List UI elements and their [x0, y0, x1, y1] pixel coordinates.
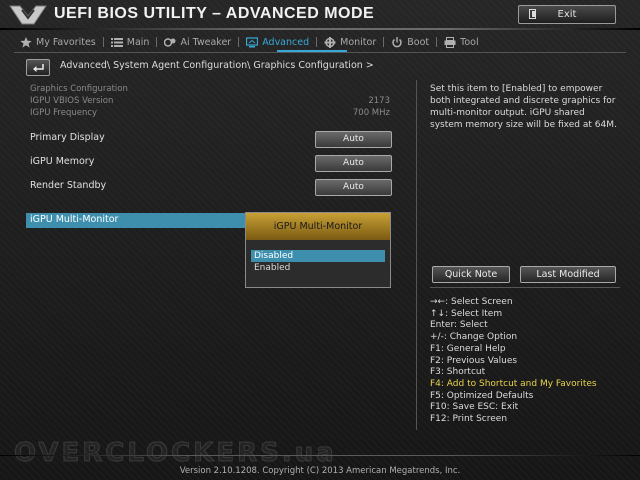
option-popup: iGPU Multi-Monitor Disabled Enabled	[245, 212, 391, 288]
tab-separator	[102, 37, 104, 47]
popup-option-enabled[interactable]: Enabled	[251, 262, 385, 274]
last-modified-button[interactable]: Last Modified	[520, 266, 616, 283]
tab-ai-tweaker[interactable]: Ai Tweaker	[158, 33, 237, 51]
power-icon	[392, 36, 402, 47]
key-hint: F1: General Help	[430, 343, 506, 354]
tab-tool[interactable]: Tool	[438, 33, 484, 51]
tab-my-favorites[interactable]: My Favorites	[14, 33, 102, 51]
key-hint: F2: Previous Values	[430, 355, 518, 366]
watermark: OVERCLOCKERS.ua	[14, 438, 337, 469]
setting-label-render-standby: Render Standby	[30, 180, 107, 191]
tab-monitor[interactable]: Monitor	[318, 33, 382, 51]
tweaker-icon	[164, 37, 176, 47]
title-bar: UEFI BIOS UTILITY – ADVANCED MODE Exit	[0, 0, 640, 30]
tab-separator	[156, 37, 158, 47]
tab-divider	[14, 52, 626, 53]
monitor-icon	[324, 36, 336, 48]
key-hint: F5: Optimized Defaults	[430, 390, 534, 401]
tab-label: Boot	[407, 36, 430, 48]
tab-separator	[383, 37, 385, 47]
tab-separator	[238, 37, 240, 47]
printer-icon	[444, 36, 456, 48]
tab-separator	[436, 37, 438, 47]
help-text: Set this item to [Enabled] to empower bo…	[430, 84, 617, 130]
tuf-logo-icon	[9, 5, 47, 25]
igpu-memory-select[interactable]: Auto	[315, 155, 392, 172]
freq-label: IGPU Frequency	[30, 108, 98, 118]
key-hint: F12: Print Screen	[430, 414, 508, 425]
tab-label: Ai Tweaker	[180, 36, 232, 48]
selected-item-label: iGPU Multi-Monitor	[30, 214, 119, 225]
exit-button[interactable]: Exit	[518, 5, 616, 24]
section-title: Graphics Configuration	[30, 84, 128, 94]
tab-separator	[316, 37, 318, 47]
page-title: UEFI BIOS UTILITY – ADVANCED MODE	[54, 5, 375, 22]
key-hint: +/-: Change Option	[430, 332, 518, 343]
exit-label: Exit	[557, 9, 577, 20]
star-icon	[20, 36, 32, 48]
back-arrow-icon	[33, 64, 44, 72]
vbios-label: IGPU VBIOS Version	[30, 96, 114, 106]
tab-boot[interactable]: Boot	[385, 33, 435, 51]
advanced-icon	[246, 36, 259, 47]
key-hint: F3: Shortcut	[430, 367, 486, 378]
tab-advanced[interactable]: Advanced	[240, 33, 315, 51]
popup-option-disabled[interactable]: Disabled	[251, 250, 385, 262]
setting-label-primary-display: Primary Display	[30, 132, 105, 143]
title-divider	[0, 28, 640, 30]
help-divider	[430, 287, 620, 288]
key-hint: Enter: Select	[430, 320, 488, 331]
tab-bar: My Favorites Main Ai Tweaker Advanced Mo…	[14, 32, 626, 52]
render-standby-select[interactable]: Auto	[315, 179, 392, 196]
key-legend: →←: Select Screen ↑↓: Select Item Enter:…	[430, 297, 630, 426]
tab-label: Tool	[460, 36, 479, 48]
vbios-value: 2173	[368, 96, 390, 106]
primary-display-select[interactable]: Auto	[315, 131, 392, 148]
exit-icon	[529, 9, 536, 19]
tab-main[interactable]: Main	[105, 33, 156, 51]
footer-version: Version 2.10.1208. Copyright (C) 2013 Am…	[179, 466, 461, 476]
tab-label: Monitor	[340, 36, 377, 48]
popup-title: iGPU Multi-Monitor	[246, 213, 390, 240]
breadcrumb: Advanced\ System Agent Configuration\ Gr…	[60, 60, 374, 71]
quick-note-button[interactable]: Quick Note	[432, 266, 510, 283]
tab-label: My Favorites	[36, 36, 96, 48]
freq-value: 700 MHz	[352, 108, 390, 118]
key-hint: →←: Select Screen	[430, 297, 513, 307]
tab-label: Advanced	[262, 36, 310, 48]
tab-label: Main	[126, 36, 150, 48]
back-button[interactable]	[26, 59, 50, 76]
list-icon	[110, 37, 123, 47]
setting-label-igpu-memory: iGPU Memory	[30, 156, 95, 167]
footer-divider	[0, 455, 640, 456]
key-hint: F10: Save ESC: Exit	[430, 402, 519, 413]
panel-divider	[416, 80, 417, 430]
key-hint-highlight: F4: Add to Shortcut and My Favorites	[430, 378, 597, 389]
key-hint: ↑↓: Select Item	[430, 308, 503, 319]
selected-item-igpu-multi-monitor[interactable]: iGPU Multi-Monitor	[26, 213, 245, 228]
